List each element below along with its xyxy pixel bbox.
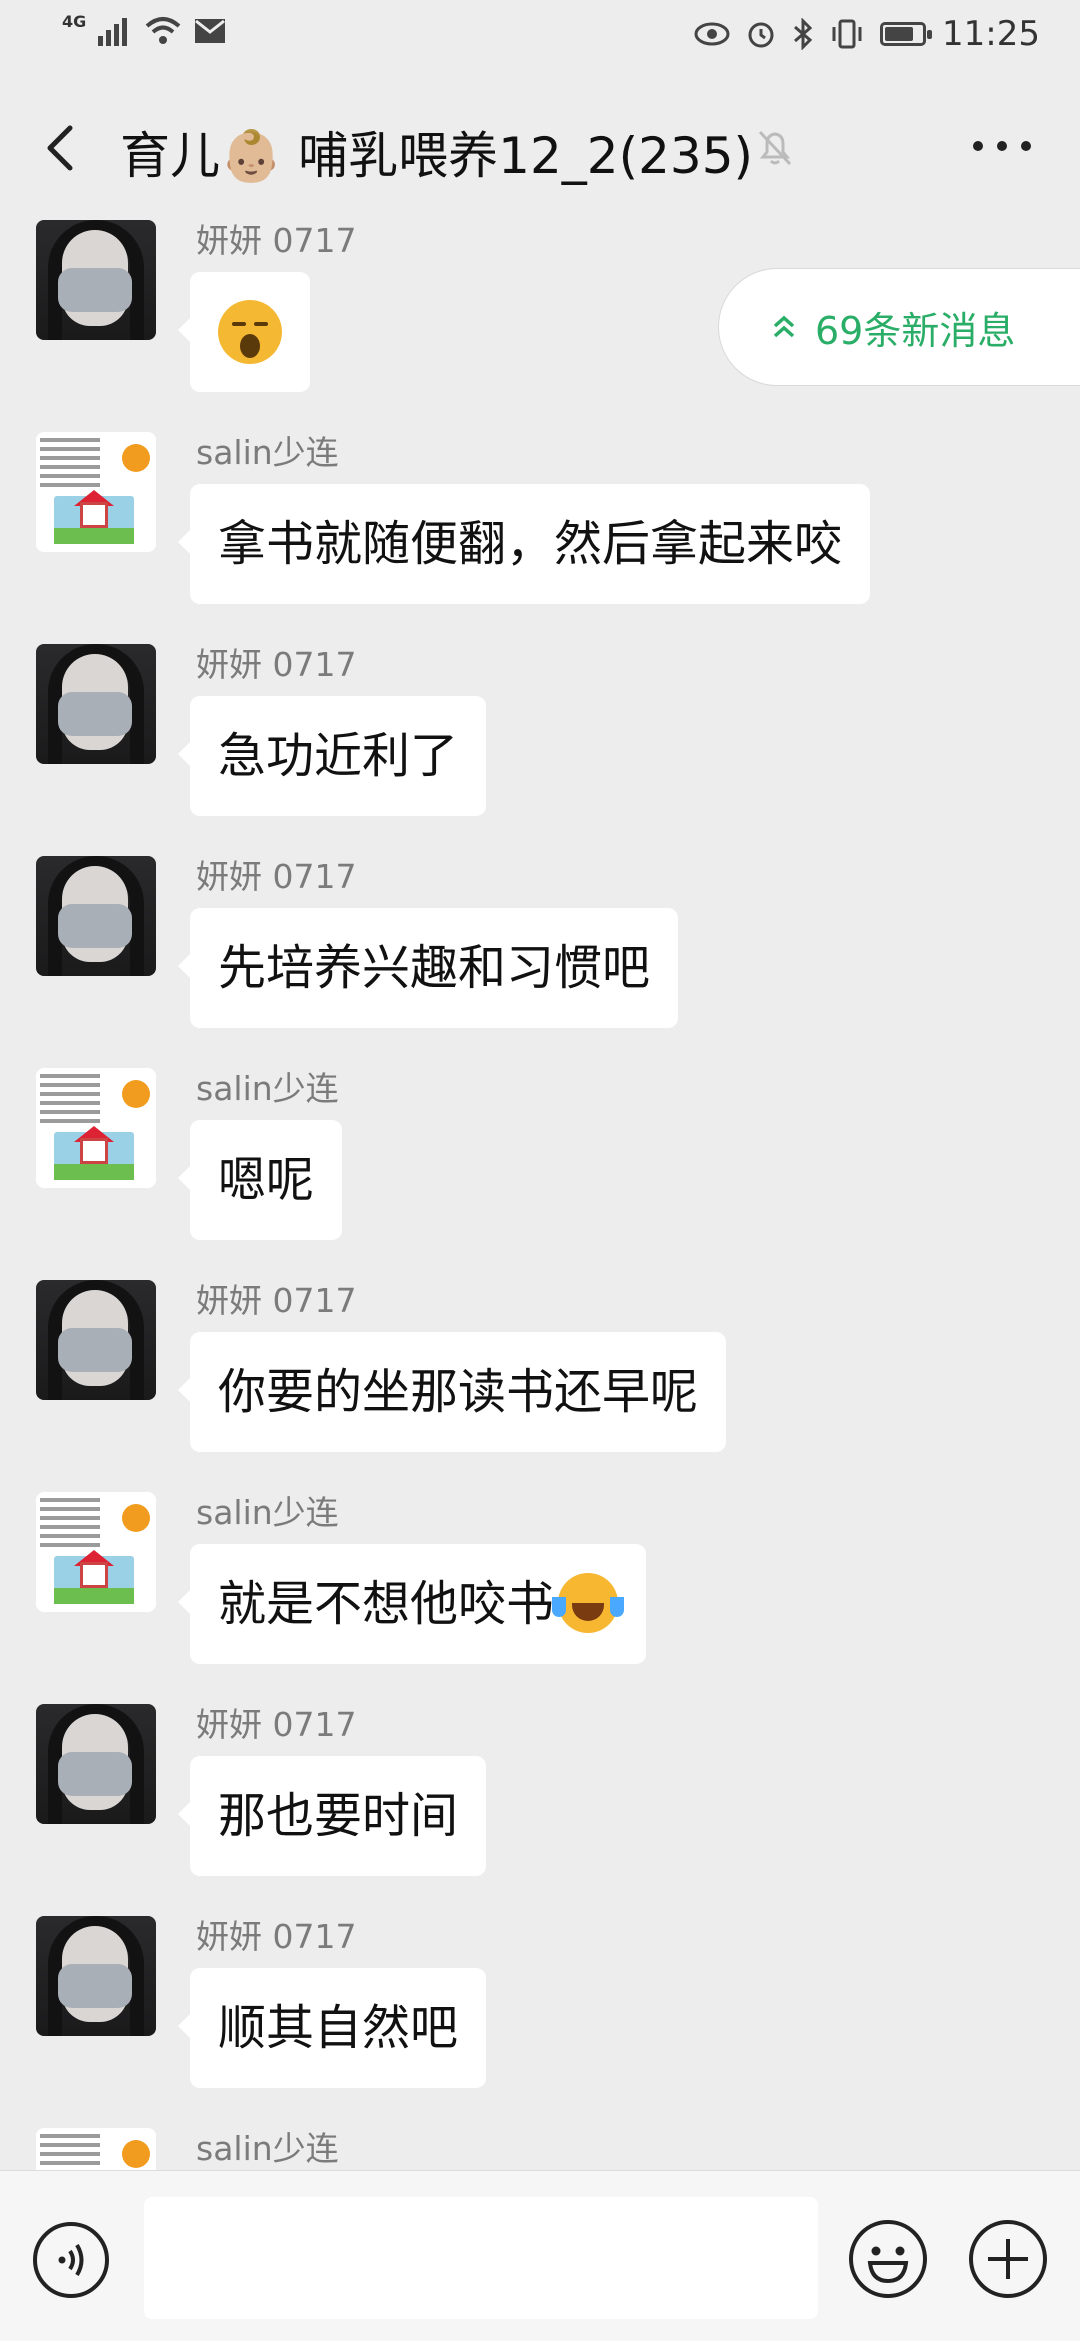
- message-bubble[interactable]: [178, 272, 310, 392]
- message-list[interactable]: 妍妍 0717 salin少连 拿书就随便翻，然后拿起来咬 妍妍 0717 急功…: [0, 218, 1080, 2170]
- new-messages-button[interactable]: 69条新消息: [718, 268, 1080, 386]
- sender-name: salin少连: [196, 433, 339, 472]
- avatar[interactable]: [36, 1280, 156, 1400]
- wifi-icon: [145, 17, 181, 44]
- avatar[interactable]: [36, 1492, 156, 1612]
- message-bubble[interactable]: 先培养兴趣和习惯吧: [177, 908, 679, 1028]
- message-bubble[interactable]: 嗯呢: [177, 1120, 343, 1240]
- sender-name: salin少连: [196, 1069, 339, 1108]
- message-bubble[interactable]: 那也要时间: [177, 1756, 487, 1876]
- message-bubble[interactable]: 拿书就随便翻，然后拿起来咬: [177, 484, 871, 604]
- sender-name: 妍妍 0717: [196, 1705, 357, 1744]
- avatar[interactable]: [36, 1916, 156, 2036]
- sender-name: 妍妍 0717: [196, 1917, 357, 1956]
- emoji-icon[interactable]: [846, 2217, 930, 2301]
- sender-name: 妍妍 0717: [196, 1281, 357, 1320]
- message-bubble[interactable]: 顺其自然吧: [177, 1968, 487, 2088]
- message-input[interactable]: [144, 2197, 818, 2319]
- message-text: 就是不想他咬书: [218, 1576, 555, 1632]
- avatar[interactable]: [36, 220, 156, 340]
- tears-of-joy-emoji-icon: [552, 1573, 625, 1633]
- voice-icon[interactable]: [30, 2219, 112, 2301]
- bluetooth-icon: [794, 18, 813, 50]
- signal-icon: [98, 18, 128, 46]
- avatar[interactable]: [36, 2128, 156, 2170]
- chat-header: 育儿👶🏼 哺乳喂养12_2(235): [0, 72, 1080, 224]
- sender-name: 妍妍 0717: [196, 645, 357, 684]
- mail-icon: [195, 19, 226, 43]
- back-arrow-icon[interactable]: [30, 112, 94, 184]
- bell-off-icon: [758, 130, 792, 166]
- status-left: 4G: [62, 12, 226, 46]
- network-type: 4G: [62, 11, 87, 31]
- new-messages-label: 69条新消息: [815, 308, 1016, 353]
- chat-title: 育儿👶🏼 哺乳喂养12_2(235): [120, 127, 754, 185]
- clock: 11:25: [942, 14, 1040, 54]
- eye-icon: [694, 22, 730, 46]
- vibrate-icon: [832, 19, 862, 49]
- avatar[interactable]: [36, 856, 156, 976]
- battery-icon: [880, 22, 933, 46]
- sender-name: 妍妍 0717: [196, 221, 357, 260]
- sender-name: salin少连: [196, 2129, 339, 2168]
- alarm-icon: [748, 22, 774, 48]
- sender-name: 妍妍 0717: [196, 857, 357, 896]
- avatar[interactable]: [36, 644, 156, 764]
- avatar[interactable]: [36, 432, 156, 552]
- plus-icon[interactable]: [966, 2217, 1050, 2301]
- input-bar: [0, 2170, 1080, 2341]
- status-bar: 4G 11:25: [0, 0, 1080, 72]
- status-right: 11:25: [694, 14, 1040, 54]
- more-icon[interactable]: [964, 116, 1040, 176]
- message-bubble[interactable]: 你要的坐那读书还早呢: [177, 1332, 727, 1452]
- message-bubble[interactable]: 就是不想他咬书: [177, 1544, 647, 1664]
- double-chevron-up-icon: [773, 315, 795, 338]
- avatar[interactable]: [36, 1068, 156, 1188]
- sleepy-face-emoji-icon: [218, 300, 282, 364]
- avatar[interactable]: [36, 1704, 156, 1824]
- message-bubble[interactable]: 急功近利了: [177, 696, 487, 816]
- sender-name: salin少连: [196, 1493, 339, 1532]
